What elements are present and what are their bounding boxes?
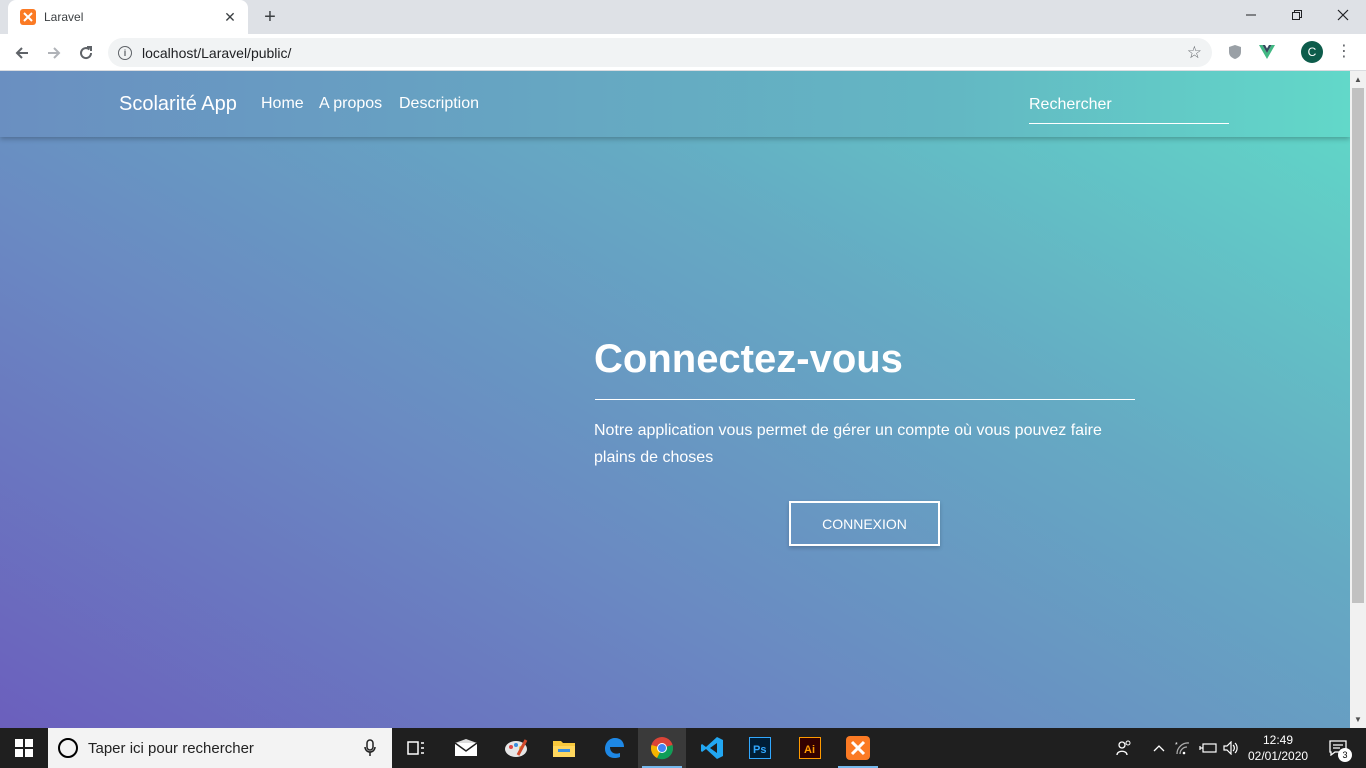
- nav-link-home[interactable]: Home: [261, 95, 304, 113]
- scroll-up-icon[interactable]: ▲: [1354, 75, 1362, 84]
- restore-icon[interactable]: [1274, 0, 1320, 30]
- wifi-icon[interactable]: *: [1172, 728, 1194, 768]
- close-window-icon[interactable]: [1320, 0, 1366, 30]
- xampp-icon[interactable]: [834, 728, 882, 768]
- task-view-icon[interactable]: [392, 728, 440, 768]
- hero-description: Notre application vous permet de gérer u…: [594, 422, 1102, 466]
- new-tab-button[interactable]: +: [258, 5, 282, 29]
- browser-toolbar: i localhost/Laravel/public/ ☆ C ⋮: [0, 34, 1366, 71]
- people-icon[interactable]: [1110, 728, 1138, 768]
- forward-icon[interactable]: [40, 39, 68, 67]
- file-explorer-icon[interactable]: [540, 728, 588, 768]
- taskbar-search-box[interactable]: Taper ici pour rechercher: [48, 728, 392, 768]
- show-hidden-icons-icon[interactable]: [1148, 728, 1170, 768]
- taskbar-search-placeholder: Taper ici pour rechercher: [88, 739, 254, 757]
- mail-icon[interactable]: [442, 728, 490, 768]
- illustrator-icon[interactable]: Ai: [786, 728, 834, 768]
- hero-title: Connectez-vous: [594, 337, 903, 381]
- page-viewport: Scolarité App Home A propos Description …: [0, 71, 1350, 728]
- windows-start-icon[interactable]: [0, 728, 48, 768]
- site-info-icon[interactable]: i: [118, 45, 132, 60]
- nav-link-description[interactable]: Description: [399, 95, 479, 113]
- volume-icon[interactable]: [1220, 728, 1242, 768]
- site-navbar: Scolarité App Home A propos Description: [0, 71, 1350, 137]
- microphone-icon[interactable]: [358, 736, 382, 760]
- close-tab-icon[interactable]: ✕: [222, 9, 238, 25]
- scroll-thumb[interactable]: [1352, 88, 1364, 603]
- more-menu-icon[interactable]: ⋮: [1336, 42, 1352, 62]
- svg-text:Ai: Ai: [804, 744, 815, 756]
- cortana-icon: [58, 738, 78, 758]
- vue-devtools-icon[interactable]: [1258, 43, 1276, 61]
- browser-tab[interactable]: Laravel ✕: [8, 0, 248, 34]
- address-bar[interactable]: i localhost/Laravel/public/ ☆: [108, 38, 1212, 67]
- page-scrollbar[interactable]: ▲ ▼: [1350, 71, 1366, 728]
- battery-icon[interactable]: [1196, 728, 1220, 768]
- action-center-icon[interactable]: 3: [1320, 728, 1356, 768]
- shield-extension-icon[interactable]: [1226, 43, 1244, 61]
- xampp-icon: [20, 9, 36, 25]
- nav-link-a-propos[interactable]: A propos: [319, 95, 382, 113]
- url-text: localhost/Laravel/public/: [142, 44, 292, 61]
- scroll-down-icon[interactable]: ▼: [1354, 715, 1362, 724]
- reload-icon[interactable]: [72, 39, 100, 67]
- brand-logo[interactable]: Scolarité App: [119, 93, 237, 116]
- chrome-icon[interactable]: [638, 728, 686, 768]
- svg-text:Ps: Ps: [753, 744, 766, 756]
- connexion-button[interactable]: CONNEXION: [789, 501, 940, 546]
- clock-time: 12:49: [1262, 733, 1294, 747]
- svg-text:*: *: [1175, 742, 1178, 749]
- tab-title: Laravel: [44, 10, 84, 24]
- paint-icon[interactable]: [492, 728, 540, 768]
- clock-date: 02/01/2020: [1248, 749, 1309, 763]
- minimize-icon[interactable]: [1228, 0, 1274, 30]
- edge-icon[interactable]: [590, 728, 638, 768]
- photoshop-icon[interactable]: Ps: [736, 728, 784, 768]
- vscode-icon[interactable]: [688, 728, 736, 768]
- back-icon[interactable]: [8, 39, 36, 67]
- notification-count-badge: 3: [1338, 748, 1352, 762]
- windows-taskbar: Taper ici pour rechercher Ps Ai * 12:49 …: [0, 728, 1366, 768]
- hero-divider: [595, 399, 1135, 400]
- bookmark-star-icon[interactable]: ☆: [1187, 43, 1202, 63]
- site-search-input[interactable]: [1029, 87, 1229, 124]
- taskbar-clock[interactable]: 12:49 02/01/2020: [1248, 732, 1308, 764]
- profile-avatar[interactable]: C: [1301, 41, 1323, 63]
- browser-tab-bar: Laravel ✕ +: [0, 0, 1366, 34]
